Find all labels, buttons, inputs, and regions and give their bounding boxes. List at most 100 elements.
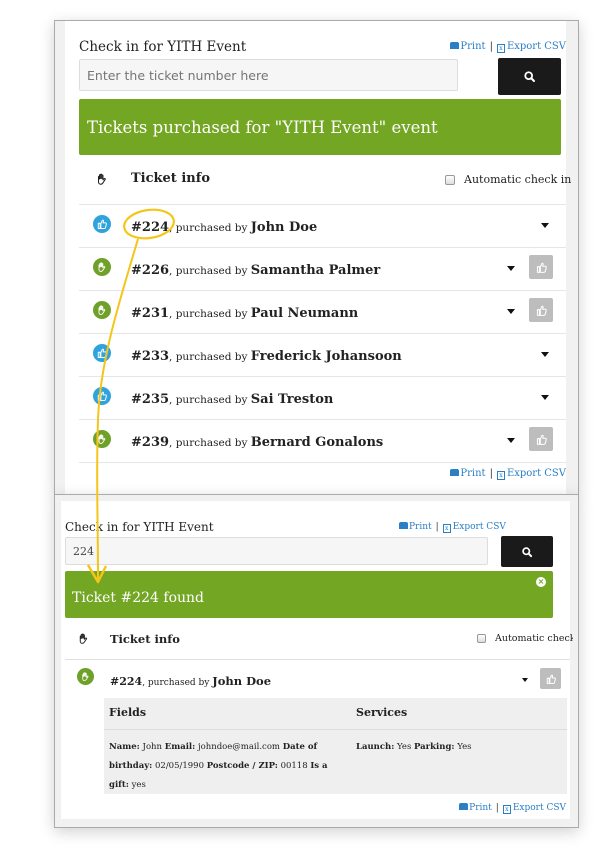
panel-title: Check in for YITH Event — [79, 39, 247, 55]
ticket-details: Fields Services Name: John Email: johndo… — [104, 698, 567, 794]
hand-icon — [80, 671, 91, 682]
service-value: Yes — [457, 742, 472, 752]
purchased-by-label: , purchased by — [142, 678, 213, 688]
row-divider — [79, 376, 566, 377]
footer-print-link[interactable]: Print — [459, 803, 492, 813]
service-label: Parking: — [414, 742, 455, 752]
purchased-by-label: , purchased by — [169, 351, 251, 363]
link-separator: | — [435, 522, 439, 532]
row-divider — [79, 204, 566, 205]
ticket-row[interactable]: #239, purchased by Bernard Gonalons — [131, 431, 383, 450]
expand-caret-icon[interactable] — [522, 678, 528, 682]
thumbs-up-icon — [96, 347, 108, 359]
export-csv-link[interactable]: x Export CSV — [442, 522, 506, 533]
field-label: Postcode / ZIP: — [206, 761, 278, 771]
ticket-number-input[interactable]: 224 — [65, 537, 488, 565]
banner-text: Tickets purchased for "YITH Event" event — [87, 117, 438, 137]
hand-icon — [77, 632, 90, 645]
thumbs-up-icon — [96, 390, 108, 402]
search-button[interactable] — [501, 536, 553, 567]
footer-print-link[interactable]: Print — [450, 468, 486, 479]
close-icon[interactable]: × — [536, 577, 546, 587]
link-separator: | — [489, 41, 493, 52]
hand-icon — [96, 261, 108, 273]
checkin-panel-search-result-content: Check in for YITH Event Print | x Export CS… — [61, 501, 573, 819]
checkin-button[interactable] — [529, 298, 553, 322]
thumbs-up-icon — [535, 433, 548, 446]
details-divider — [104, 729, 567, 730]
ticket-found-banner: Ticket #224 found × — [65, 571, 553, 618]
pending-status-icon — [93, 258, 111, 276]
field-value: John — [142, 742, 163, 752]
row-divider — [79, 333, 566, 334]
print-link[interactable]: Print — [399, 522, 432, 532]
fields-header: Fields — [109, 706, 147, 719]
expand-caret-icon[interactable] — [541, 223, 549, 228]
hand-icon — [96, 433, 108, 445]
search-icon — [523, 70, 536, 83]
purchaser-name: Paul Neumann — [250, 306, 359, 321]
checkin-button[interactable] — [540, 668, 561, 689]
pending-status-icon — [77, 668, 94, 685]
thumbs-up-icon — [535, 304, 548, 317]
link-separator: | — [489, 468, 493, 479]
purchased-by-label: , purchased by — [169, 265, 251, 277]
purchaser-name: John Doe — [212, 674, 272, 688]
ticket-row[interactable]: #226, purchased by Samantha Palmer — [131, 259, 380, 278]
ticket-row[interactable]: #235, purchased by Sai Treston — [131, 388, 333, 407]
ticket-row[interactable]: #233, purchased by Frederick Johansoon — [131, 345, 402, 364]
expand-caret-icon[interactable] — [507, 309, 515, 314]
header-links: Print | x Export CSV — [450, 41, 566, 53]
search-button[interactable] — [498, 58, 561, 95]
csv-file-icon: x — [496, 471, 505, 480]
field-value: johndoe@mail.com — [198, 742, 280, 752]
hand-icon — [95, 172, 109, 186]
ticket-number-value: 224 — [73, 544, 94, 558]
footer-export-csv-link[interactable]: x Export CSV — [502, 803, 566, 814]
service-value: Yes — [397, 742, 412, 752]
automatic-checkin-checkbox[interactable] — [477, 634, 486, 643]
printer-icon — [459, 803, 469, 810]
field-value: 00118 — [280, 761, 308, 771]
field-label: Email: — [164, 742, 196, 752]
services-header: Services — [356, 706, 408, 719]
expand-caret-icon[interactable] — [541, 352, 549, 357]
field-label: Name: — [109, 742, 140, 752]
ticket-number: #239 — [131, 435, 170, 450]
csv-file-icon: x — [502, 805, 511, 814]
ticket-number: #224 — [110, 675, 143, 688]
checkin-button[interactable] — [529, 427, 553, 451]
field-value: 02/05/1990 — [155, 761, 204, 771]
ticket-info-header: Ticket info — [110, 632, 180, 646]
expand-caret-icon[interactable] — [507, 438, 515, 443]
checkin-panel-search-result: Check in for YITH Event Print | x Export CS… — [54, 494, 579, 828]
fields-list: Name: John Email: johndoe@mail.com Date … — [109, 738, 341, 795]
checked-in-status-icon — [93, 344, 111, 362]
ticket-number-input[interactable] — [79, 59, 458, 91]
thumbs-up-icon — [96, 218, 108, 230]
row-divider — [79, 419, 566, 420]
panel-title: Check in for YITH Event — [65, 520, 214, 534]
ticket-row[interactable]: #231, purchased by Paul Neumann — [131, 302, 358, 321]
row-divider — [65, 659, 570, 660]
footer-export-csv-link[interactable]: x Export CSV — [496, 468, 566, 480]
footer-links: Print | x Export CSV — [450, 468, 566, 480]
row-divider — [79, 247, 566, 248]
csv-file-icon: x — [496, 44, 505, 53]
ticket-row[interactable]: #224, purchased by John Doe — [131, 216, 317, 235]
export-csv-link[interactable]: x Export CSV — [496, 41, 566, 53]
expand-caret-icon[interactable] — [541, 395, 549, 400]
expand-caret-icon[interactable] — [507, 266, 515, 271]
print-link[interactable]: Print — [450, 41, 486, 52]
banner-text: Ticket #224 found — [72, 589, 205, 606]
checkin-button[interactable] — [529, 255, 553, 279]
ticket-number: #231 — [131, 306, 170, 321]
ticket-number: #224 — [131, 220, 170, 235]
ticket-row[interactable]: #224, purchased by John Doe — [110, 670, 271, 689]
automatic-checkin-toggle[interactable]: Automatic check in — [445, 173, 571, 186]
automatic-checkin-label: Automatic check in — [464, 173, 572, 186]
row-divider — [79, 290, 566, 291]
automatic-checkin-toggle[interactable]: Automatic check in — [477, 633, 573, 644]
purchased-by-label: , purchased by — [169, 308, 251, 320]
automatic-checkin-checkbox[interactable] — [445, 174, 455, 185]
